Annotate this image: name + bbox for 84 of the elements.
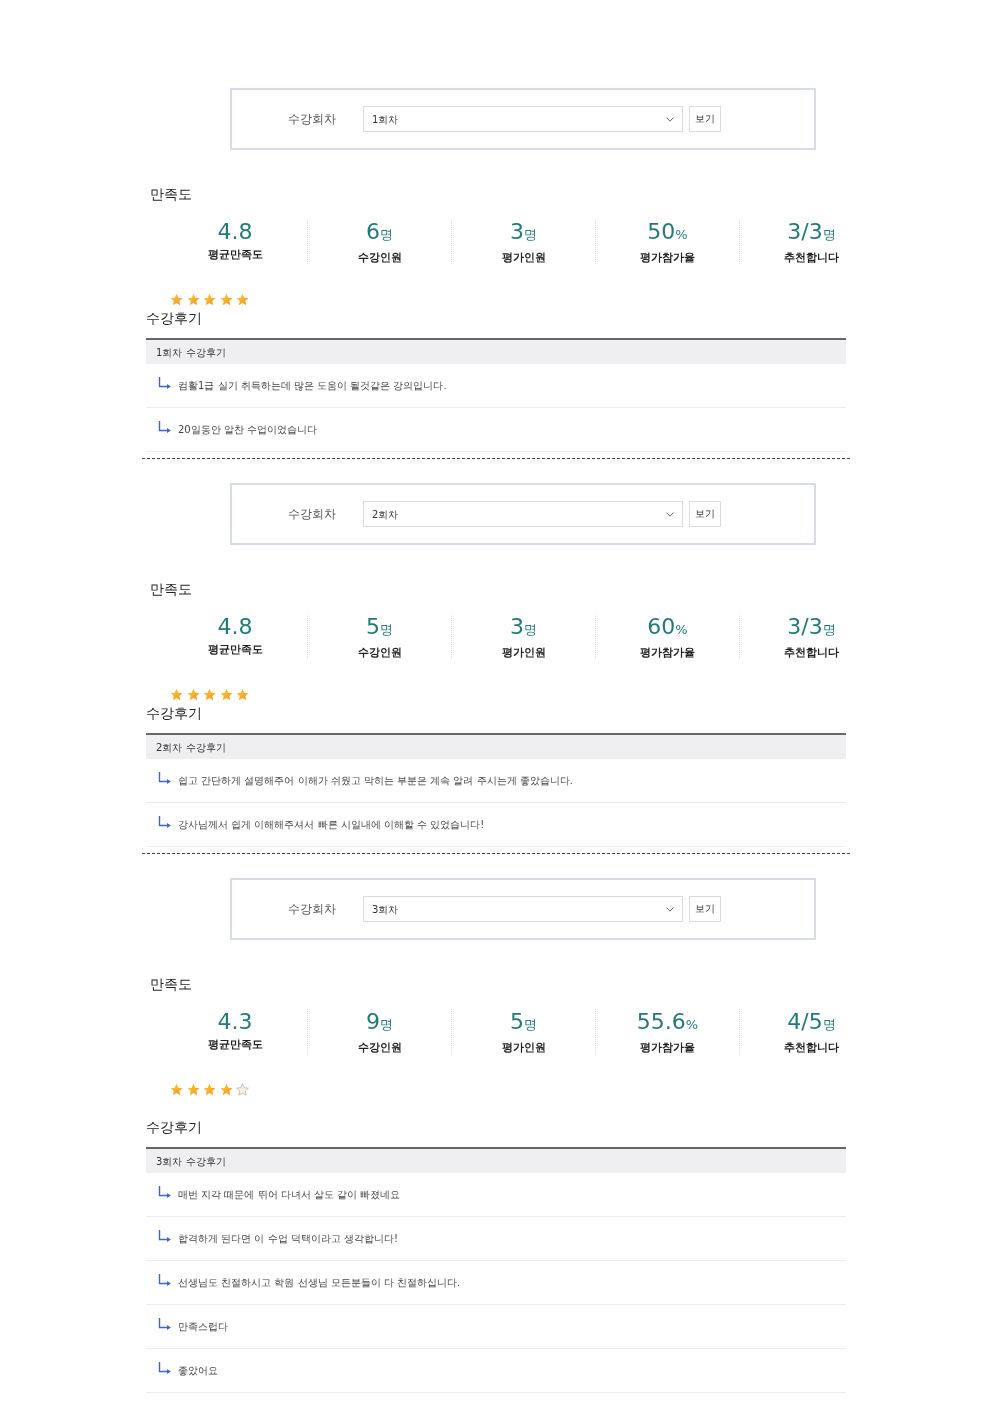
section-title: 만족도 xyxy=(150,580,193,599)
review-text: 좋았어요 xyxy=(178,1363,218,1378)
reply-arrow-icon xyxy=(158,1317,171,1331)
section-title: 만족도 xyxy=(150,975,193,994)
stat-value: 55.6% xyxy=(636,1009,699,1036)
stat-value: 3/3 명 xyxy=(787,219,836,246)
stat-label: 평가참가율 xyxy=(640,250,695,264)
review-table-header: 1회차 수강후기 xyxy=(146,340,846,364)
review-text: 합격하게 된다면 이 수업 덕택이라고 생각합니다! xyxy=(178,1231,398,1246)
star-icon xyxy=(203,687,216,701)
stat-value: 3명 xyxy=(510,614,537,641)
star-icon xyxy=(219,292,233,306)
reply-arrow-icon xyxy=(158,1361,171,1375)
stat-label: 평가인원 xyxy=(501,1040,546,1054)
star-icon xyxy=(219,1082,233,1096)
review-text: 선생님도 친절하시고 학원 선생님 모든분들이 다 친절하십니다. xyxy=(178,1275,461,1290)
reply-arrow-icon xyxy=(158,1185,171,1199)
star-icon xyxy=(170,687,183,701)
stat-label: 추천합니다 xyxy=(784,645,839,659)
star-icon xyxy=(203,1082,216,1096)
star-icon xyxy=(186,1082,200,1096)
view-button[interactable]: 보기 xyxy=(689,501,721,527)
stat-label: 평균만족도 xyxy=(207,1037,263,1051)
reply-arrow-icon xyxy=(158,771,171,785)
stat-label: 평균만족도 xyxy=(207,642,263,656)
stat-label: 평가참가율 xyxy=(640,645,695,659)
star-icon xyxy=(170,1082,183,1096)
chevron-icon xyxy=(666,511,674,517)
reply-arrow-icon xyxy=(158,1273,171,1287)
review-text: 매번 지각 때문에 뛰어 다녀서 살도 같이 빠졌네요 xyxy=(178,1187,401,1202)
star-icon xyxy=(203,292,216,306)
session-select[interactable]: 1회차 xyxy=(363,106,683,132)
stat-label: 추천합니다 xyxy=(784,250,839,264)
empty-star-icon xyxy=(236,1082,249,1096)
view-button[interactable]: 보기 xyxy=(689,106,721,132)
chevron-icon xyxy=(666,906,674,912)
section-title: 수강후기 xyxy=(146,704,203,723)
stat-value: 6명 xyxy=(366,219,393,246)
review-table-header: 2회차 수강후기 xyxy=(146,735,846,759)
reply-arrow-icon xyxy=(158,376,171,390)
star-icon xyxy=(186,292,200,306)
section-title: 수강후기 xyxy=(146,1118,203,1137)
chevron-icon xyxy=(666,116,674,122)
section-title: 만족도 xyxy=(150,185,193,204)
session-select[interactable]: 3회차 xyxy=(363,896,683,922)
stat-label: 평가인원 xyxy=(501,645,546,659)
star-icon xyxy=(170,292,183,306)
review-text: 쉽고 간단하게 설명해주어 이해가 쉬웠고 막히는 부분은 계속 알려 주시는게 좋았습니다. xyxy=(178,773,573,788)
stat-label: 평가인원 xyxy=(501,250,546,264)
stat-value: 60% xyxy=(647,614,688,641)
stat-value: 4.8 xyxy=(217,219,253,245)
stat-label: 추천합니다 xyxy=(784,1040,839,1054)
star-icon xyxy=(186,687,200,701)
stat-value: 4/5 명 xyxy=(787,1009,836,1036)
reply-arrow-icon xyxy=(158,420,171,434)
stat-value: 4.3 xyxy=(217,1009,253,1035)
stat-label: 수강인원 xyxy=(357,250,402,264)
review-text: 강사님께서 쉽게 이해해주셔서 빠른 시일내에 이해할 수 있었습니다! xyxy=(178,817,485,832)
review-text: 20일동안 알찬 수업이었습니다 xyxy=(178,422,318,437)
stat-value: 4.8 xyxy=(217,614,253,640)
star-icon xyxy=(236,292,249,306)
section-title: 수강후기 xyxy=(146,309,203,328)
stat-label: 수강인원 xyxy=(357,1040,402,1054)
star-icon xyxy=(236,687,249,701)
session-select[interactable]: 2회차 xyxy=(363,501,683,527)
view-button[interactable]: 보기 xyxy=(689,896,721,922)
stat-label: 수강인원 xyxy=(357,645,402,659)
stat-label: 평가참가율 xyxy=(640,1040,695,1054)
field-label: 수강회차 xyxy=(288,111,337,127)
star-icon xyxy=(219,687,233,701)
review-text: 컴활1급 실기 취득하는데 많은 도움이 될것같은 강의입니다. xyxy=(178,378,447,393)
stat-value: 3/3 명 xyxy=(787,614,836,641)
reply-arrow-icon xyxy=(158,815,171,829)
review-text: 만족스럽다 xyxy=(178,1319,228,1334)
stat-value: 50% xyxy=(647,219,688,246)
stat-label: 평균만족도 xyxy=(207,247,263,261)
stat-value: 5 명 xyxy=(510,1009,537,1036)
stat-value: 9명 xyxy=(366,1009,393,1036)
field-label: 수강회차 xyxy=(288,506,337,522)
reply-arrow-icon xyxy=(158,1229,171,1243)
stat-value: 5 명 xyxy=(366,614,393,641)
field-label: 수강회차 xyxy=(288,901,337,917)
review-table-header: 3회차 수강후기 xyxy=(146,1149,846,1173)
stat-value: 3명 xyxy=(510,219,537,246)
